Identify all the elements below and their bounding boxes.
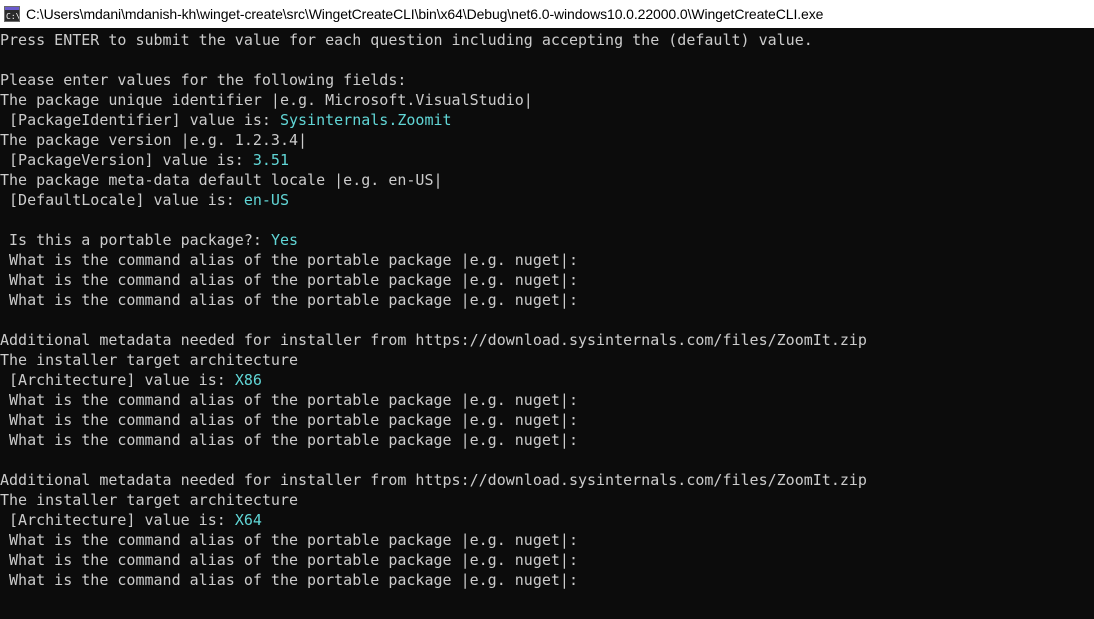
installer-header-line: Additional metadata needed for installer… [0,471,867,489]
console-app-icon: C:\ [4,6,20,22]
fields-header-line: Please enter values for the following fi… [0,71,407,89]
package-version-prompt: [PackageVersion] value is: [0,151,253,169]
portable-prompt: Is this a portable package?: [0,231,271,249]
architecture-prompt: [Architecture] value is: [0,511,235,529]
architecture-question: The installer target architecture [0,491,299,509]
architecture-question: The installer target architecture [0,351,299,369]
alias-prompt-line: What is the command alias of the portabl… [0,291,578,309]
console-window: C:\ C:\Users\mdani\mdanish-kh\winget-cre… [0,0,1094,619]
architecture-value: X86 [234,371,262,389]
title-bar[interactable]: C:\ C:\Users\mdani\mdanish-kh\winget-cre… [0,0,1094,28]
alias-prompt-line: What is the command alias of the portabl… [0,391,578,409]
portable-answer-line: Is this a portable package?: Yes [0,230,298,250]
architecture-prompt: [Architecture] value is: [0,371,235,389]
package-version-question: The package version |e.g. 1.2.3.4| [0,131,308,149]
portable-value: Yes [270,231,299,249]
console-output[interactable]: Press ENTER to submit the value for each… [0,28,1094,619]
package-id-question: The package unique identifier |e.g. Micr… [0,91,533,109]
alias-prompt-line: What is the command alias of the portabl… [0,551,578,569]
package-version-value: 3.51 [252,151,289,169]
architecture-answer-line: [Architecture] value is: X86 [0,370,262,390]
alias-prompt-line: What is the command alias of the portabl… [0,571,578,589]
architecture-value: X64 [234,511,262,529]
default-locale-answer-line: [DefaultLocale] value is: en-US [0,190,289,210]
package-id-answer-line: [PackageIdentifier] value is: Sysinterna… [0,110,452,130]
package-version-answer-line: [PackageVersion] value is: 3.51 [0,150,289,170]
package-id-prompt: [PackageIdentifier] value is: [0,111,280,129]
architecture-answer-line: [Architecture] value is: X64 [0,510,262,530]
window-title: C:\Users\mdani\mdanish-kh\winget-create\… [26,6,824,22]
alias-prompt-line: What is the command alias of the portabl… [0,251,578,269]
installer-header-line: Additional metadata needed for installer… [0,331,867,349]
default-locale-question: The package meta-data default locale |e.… [0,171,443,189]
svg-text:C:\: C:\ [6,12,19,21]
alias-prompt-line: What is the command alias of the portabl… [0,271,578,289]
alias-prompt-line: What is the command alias of the portabl… [0,531,578,549]
default-locale-value: en-US [243,191,289,209]
package-id-value: Sysinternals.Zoomit [279,111,452,129]
alias-prompt-line: What is the command alias of the portabl… [0,411,578,429]
alias-prompt-line: What is the command alias of the portabl… [0,431,578,449]
intro-line: Press ENTER to submit the value for each… [0,31,813,49]
default-locale-prompt: [DefaultLocale] value is: [0,191,244,209]
